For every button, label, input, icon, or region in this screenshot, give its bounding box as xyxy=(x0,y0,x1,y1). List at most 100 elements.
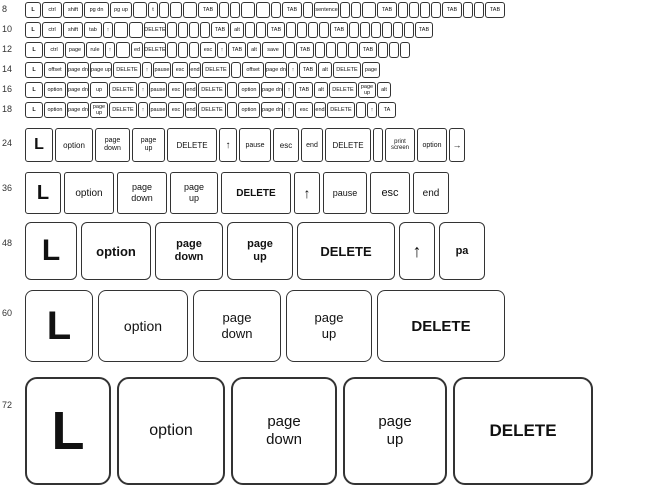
key-alt-16[interactable]: alt xyxy=(314,82,328,98)
key-empty17-10[interactable] xyxy=(393,22,403,38)
key-empty15-8[interactable] xyxy=(409,2,419,18)
key-esc-14[interactable]: esc xyxy=(172,62,188,78)
key-option-24[interactable]: option xyxy=(55,128,93,162)
key-end2-18[interactable]: end xyxy=(314,102,326,118)
key-ed-12[interactable]: ed xyxy=(131,42,143,58)
key-tab-14[interactable]: TAB xyxy=(299,62,317,78)
key-alt-14[interactable]: alt xyxy=(318,62,332,78)
key-end-36[interactable]: end xyxy=(413,172,449,214)
key-pgup-14[interactable]: page up xyxy=(90,62,112,78)
key-empty3-10[interactable] xyxy=(167,22,177,38)
key-up-10[interactable]: ↑ xyxy=(103,22,113,38)
key-L-10[interactable]: L xyxy=(25,22,41,38)
key-up2-14[interactable]: ↑ xyxy=(288,62,298,78)
key-pageup-8[interactable]: pg up xyxy=(110,2,132,18)
key-tab2-8[interactable]: TAB xyxy=(282,2,302,18)
key-L-8[interactable]: L xyxy=(25,2,41,18)
key-tab5-10[interactable]: TAB xyxy=(415,22,433,38)
key-esc2-18[interactable]: esc xyxy=(295,102,313,118)
key-empty5-12[interactable] xyxy=(285,42,295,58)
key-L-12[interactable]: L xyxy=(25,42,43,58)
key-pgdn-18[interactable]: page dn xyxy=(67,102,89,118)
key-tab-12[interactable]: TAB xyxy=(228,42,246,58)
key-up3-18[interactable]: ↑ xyxy=(367,102,377,118)
key-empty4-10[interactable] xyxy=(178,22,188,38)
key-L-48[interactable]: L xyxy=(25,222,77,280)
key-empty3-12[interactable] xyxy=(178,42,188,58)
key-L-36[interactable]: L xyxy=(25,172,61,214)
key-empty6-10[interactable] xyxy=(200,22,210,38)
key-empty2-8[interactable] xyxy=(159,2,169,18)
key-pgdn-12[interactable]: page xyxy=(65,42,85,58)
key-L-72[interactable]: L xyxy=(25,377,111,485)
key-empty14-10[interactable] xyxy=(360,22,370,38)
key-ctrl-10[interactable]: ctrl xyxy=(42,22,62,38)
key-rule-12[interactable]: rule xyxy=(86,42,104,58)
key-tab1-8[interactable]: TAB xyxy=(198,2,218,18)
key-empty1-16[interactable] xyxy=(227,82,237,98)
key-L-18[interactable]: L xyxy=(25,102,43,118)
key-empty6-8[interactable] xyxy=(230,2,240,18)
key-pause-24[interactable]: pause xyxy=(239,128,271,162)
key-offset2-14[interactable]: offset xyxy=(242,62,264,78)
key-pa-48[interactable]: pa xyxy=(439,222,485,280)
key-option-48[interactable]: option xyxy=(81,222,151,280)
key-tab3-10[interactable]: TAB xyxy=(267,22,285,38)
key-empty14-8[interactable] xyxy=(398,2,408,18)
key-shift-8[interactable]: shift xyxy=(63,2,83,18)
key-end-18[interactable]: end xyxy=(185,102,197,118)
key-pagedown-48[interactable]: pagedown xyxy=(155,222,223,280)
key-esc-24[interactable]: esc xyxy=(273,128,299,162)
key-empty7-10[interactable] xyxy=(245,22,255,38)
key-esc-12[interactable]: esc xyxy=(200,42,216,58)
key-empty12-8[interactable] xyxy=(351,2,361,18)
key-empty1-10[interactable] xyxy=(114,22,128,38)
key-pagedown-24[interactable]: pagedown xyxy=(95,128,130,162)
key-up3-16[interactable]: ↑ xyxy=(284,82,294,98)
key-pgdn2-16[interactable]: page dn xyxy=(261,82,283,98)
key-save-12[interactable]: save xyxy=(262,42,284,58)
key-delete1-10[interactable]: DELETE xyxy=(144,22,166,38)
key-empty12-10[interactable] xyxy=(319,22,329,38)
key-L-14[interactable]: L xyxy=(25,62,43,78)
key-empty1-12[interactable] xyxy=(116,42,130,58)
key-delete-72[interactable]: DELETE xyxy=(453,377,593,485)
key-empty8-10[interactable] xyxy=(256,22,266,38)
key-delete-18[interactable]: DELETE xyxy=(109,102,137,118)
key-pause-36[interactable]: pause xyxy=(323,172,367,214)
key-pagedown-72[interactable]: pagedown xyxy=(231,377,337,485)
key-pageup-24[interactable]: pageup xyxy=(132,128,165,162)
key-delete2-24[interactable]: DELETE xyxy=(325,128,371,162)
key-delete-36[interactable]: DELETE xyxy=(221,172,291,214)
key-end-24[interactable]: end xyxy=(301,128,323,162)
key-pageup-60[interactable]: pageup xyxy=(286,290,372,362)
key-empty9-8[interactable] xyxy=(271,2,281,18)
key-pageup-36[interactable]: pageup xyxy=(170,172,218,214)
key-empty19-8[interactable] xyxy=(474,2,484,18)
key-option2-18[interactable]: option xyxy=(238,102,260,118)
key-option-18[interactable]: option xyxy=(44,102,66,118)
key-empty1-8[interactable] xyxy=(133,2,147,18)
key-alt2-16[interactable]: alt xyxy=(377,82,391,98)
key-L-60[interactable]: L xyxy=(25,290,93,362)
key-empty6-12[interactable] xyxy=(315,42,325,58)
key-up2-18[interactable]: ↑ xyxy=(284,102,294,118)
key-empty16-8[interactable] xyxy=(420,2,430,18)
key-tab-10[interactable]: tab xyxy=(84,22,102,38)
key-empty4-12[interactable] xyxy=(189,42,199,58)
key-option2-16[interactable]: option xyxy=(238,82,260,98)
key-pgup-16[interactable]: page up xyxy=(358,82,376,98)
key-empty18-10[interactable] xyxy=(404,22,414,38)
key-delete-60[interactable]: DELETE xyxy=(377,290,505,362)
key-empty8-12[interactable] xyxy=(337,42,347,58)
key-empty4-8[interactable] xyxy=(183,2,197,18)
key-delete3-16[interactable]: DELETE xyxy=(329,82,357,98)
key-t-8[interactable]: t xyxy=(148,2,158,18)
key-delete-14[interactable]: DELETE xyxy=(113,62,141,78)
key-alt-10[interactable]: alt xyxy=(230,22,244,38)
key-empty13-8[interactable] xyxy=(362,2,376,18)
key-shift-10[interactable]: shift xyxy=(63,22,83,38)
key-pgup-18[interactable]: page up xyxy=(90,102,108,118)
key-pause-18[interactable]: pause xyxy=(149,102,167,118)
key-up-16[interactable]: up xyxy=(90,82,108,98)
